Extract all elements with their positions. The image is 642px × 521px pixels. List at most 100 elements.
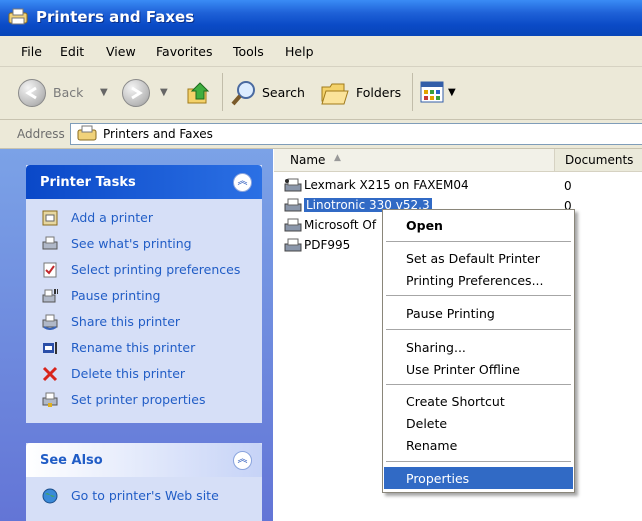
menu-item-label: Use Printer Offline bbox=[406, 362, 520, 377]
see-also-title: See Also bbox=[40, 453, 103, 468]
delete-x-icon bbox=[42, 366, 58, 382]
menu-item-label: Set as Default Printer bbox=[406, 251, 540, 266]
printer-icon bbox=[284, 238, 302, 252]
share-printer-icon bbox=[42, 314, 58, 330]
preferences-icon bbox=[43, 262, 57, 278]
title-bar: Printers and Faxes bbox=[0, 0, 642, 36]
menu-help[interactable]: Help bbox=[285, 44, 314, 59]
back-button[interactable]: Back ▼ bbox=[18, 79, 116, 107]
menu-item-rename[interactable]: Rename bbox=[384, 434, 573, 456]
menu-view[interactable]: View bbox=[106, 44, 136, 59]
printer-folder-icon bbox=[77, 125, 97, 141]
file-name: Lexmark X215 on FAXEM04 bbox=[304, 178, 469, 192]
window-title: Printers and Faxes bbox=[36, 8, 195, 26]
file-item-microsoft[interactable]: Microsoft Of bbox=[284, 217, 384, 235]
task-label: Add a printer bbox=[71, 210, 154, 225]
menu-edit[interactable]: Edit bbox=[60, 44, 84, 59]
menu-item-sharing[interactable]: Sharing... bbox=[384, 336, 573, 358]
menu-item-create-shortcut[interactable]: Create Shortcut bbox=[384, 390, 573, 412]
up-folder-button[interactable] bbox=[186, 79, 216, 107]
column-name-label: Name bbox=[290, 153, 326, 167]
menu-item-pause-printing[interactable]: Pause Printing bbox=[384, 302, 573, 324]
menu-item-delete[interactable]: Delete bbox=[384, 412, 573, 434]
menu-item-label: Create Shortcut bbox=[406, 394, 505, 409]
menu-separator bbox=[386, 329, 571, 330]
menu-tools[interactable]: Tools bbox=[233, 44, 264, 59]
task-label: Share this printer bbox=[71, 314, 181, 329]
task-label: Set printer properties bbox=[71, 392, 206, 407]
address-label: Address bbox=[17, 127, 65, 141]
menu-item-use-printer-offline[interactable]: Use Printer Offline bbox=[384, 358, 573, 380]
printer-tasks-title: Printer Tasks bbox=[40, 175, 136, 190]
views-dropdown-icon[interactable]: ▼ bbox=[448, 87, 456, 98]
file-documents: 0 bbox=[564, 179, 572, 193]
toolbar: Back ▼ ▼ Search Folders ▼ bbox=[0, 67, 642, 120]
menu-file[interactable]: File bbox=[21, 44, 42, 59]
menu-item-label: Open bbox=[406, 218, 443, 233]
see-also-header[interactable]: See Also ︽ bbox=[26, 443, 262, 477]
column-documents-label: Documents bbox=[565, 153, 634, 167]
printer-icon bbox=[284, 218, 302, 232]
column-header-documents[interactable]: Documents bbox=[555, 149, 642, 172]
up-folder-icon bbox=[187, 82, 210, 104]
search-label: Search bbox=[262, 85, 305, 100]
menu-item-label: Sharing... bbox=[406, 340, 466, 355]
file-name: PDF995 bbox=[304, 238, 351, 252]
menu-separator bbox=[386, 295, 571, 296]
file-item-lexmark[interactable]: Lexmark X215 on FAXEM04 bbox=[284, 177, 554, 195]
task-label: Select printing preferences bbox=[71, 262, 241, 277]
search-icon bbox=[231, 81, 255, 106]
printer-folder-icon bbox=[8, 8, 28, 25]
context-menu: Open Set as Default Printer Printing Pre… bbox=[382, 209, 575, 493]
back-dropdown-icon[interactable]: ▼ bbox=[100, 87, 108, 98]
folders-icon bbox=[321, 83, 349, 105]
back-arrow-icon bbox=[18, 79, 46, 107]
collapse-chevron-icon[interactable]: ︽ bbox=[233, 173, 252, 192]
search-button[interactable]: Search bbox=[230, 79, 310, 107]
printer-icon bbox=[284, 198, 302, 212]
globe-icon bbox=[42, 488, 58, 504]
menu-item-label: Printing Preferences... bbox=[406, 273, 544, 288]
forward-arrow-icon bbox=[122, 79, 150, 107]
menu-bar: File Edit View Favorites Tools Help bbox=[0, 36, 642, 67]
network-printer-icon bbox=[284, 178, 302, 192]
add-printer-icon bbox=[42, 210, 58, 226]
menu-separator bbox=[386, 461, 571, 462]
printer-tasks-panel: Printer Tasks ︽ Add a printer See what's… bbox=[26, 165, 262, 423]
menu-separator bbox=[386, 384, 571, 385]
task-label: Go to printer's Web site bbox=[71, 488, 219, 503]
column-header-name[interactable]: Name ▲ bbox=[274, 149, 555, 172]
menu-item-open[interactable]: Open bbox=[384, 214, 573, 236]
folders-button[interactable]: Folders bbox=[320, 79, 406, 107]
printer-properties-icon bbox=[42, 392, 58, 407]
collapse-chevron-icon[interactable]: ︽ bbox=[233, 451, 252, 470]
task-label: See what's printing bbox=[71, 236, 192, 251]
file-name: Microsoft Of bbox=[304, 218, 377, 232]
menu-favorites[interactable]: Favorites bbox=[156, 44, 212, 59]
menu-item-label: Rename bbox=[406, 438, 458, 453]
see-also-panel: See Also ︽ Go to printer's Web site bbox=[26, 443, 262, 521]
forward-button[interactable]: ▼ bbox=[122, 79, 172, 107]
menu-item-label: Pause Printing bbox=[406, 306, 495, 321]
toolbar-separator bbox=[412, 73, 413, 111]
address-bar: Address Printers and Faxes bbox=[0, 120, 642, 149]
task-pane: Printer Tasks ︽ Add a printer See what's… bbox=[0, 149, 273, 521]
printer-queue-icon bbox=[42, 236, 58, 250]
back-label: Back bbox=[53, 85, 84, 100]
menu-item-label: Properties bbox=[406, 471, 470, 486]
views-icon bbox=[420, 81, 444, 103]
printer-tasks-header[interactable]: Printer Tasks ︽ bbox=[26, 165, 262, 199]
menu-item-properties[interactable]: Properties bbox=[384, 467, 573, 489]
file-item-pdf995[interactable]: PDF995 bbox=[284, 237, 384, 255]
address-field[interactable]: Printers and Faxes bbox=[70, 123, 642, 145]
task-label: Delete this printer bbox=[71, 366, 186, 381]
task-label: Pause printing bbox=[71, 288, 161, 303]
toolbar-separator bbox=[222, 73, 223, 111]
address-value: Printers and Faxes bbox=[103, 127, 213, 141]
task-label: Rename this printer bbox=[71, 340, 196, 355]
views-button[interactable]: ▼ bbox=[420, 79, 462, 107]
menu-item-printing-preferences[interactable]: Printing Preferences... bbox=[384, 269, 573, 291]
menu-item-set-default[interactable]: Set as Default Printer bbox=[384, 247, 573, 269]
forward-dropdown-icon[interactable]: ▼ bbox=[160, 87, 168, 98]
folders-label: Folders bbox=[356, 85, 402, 100]
